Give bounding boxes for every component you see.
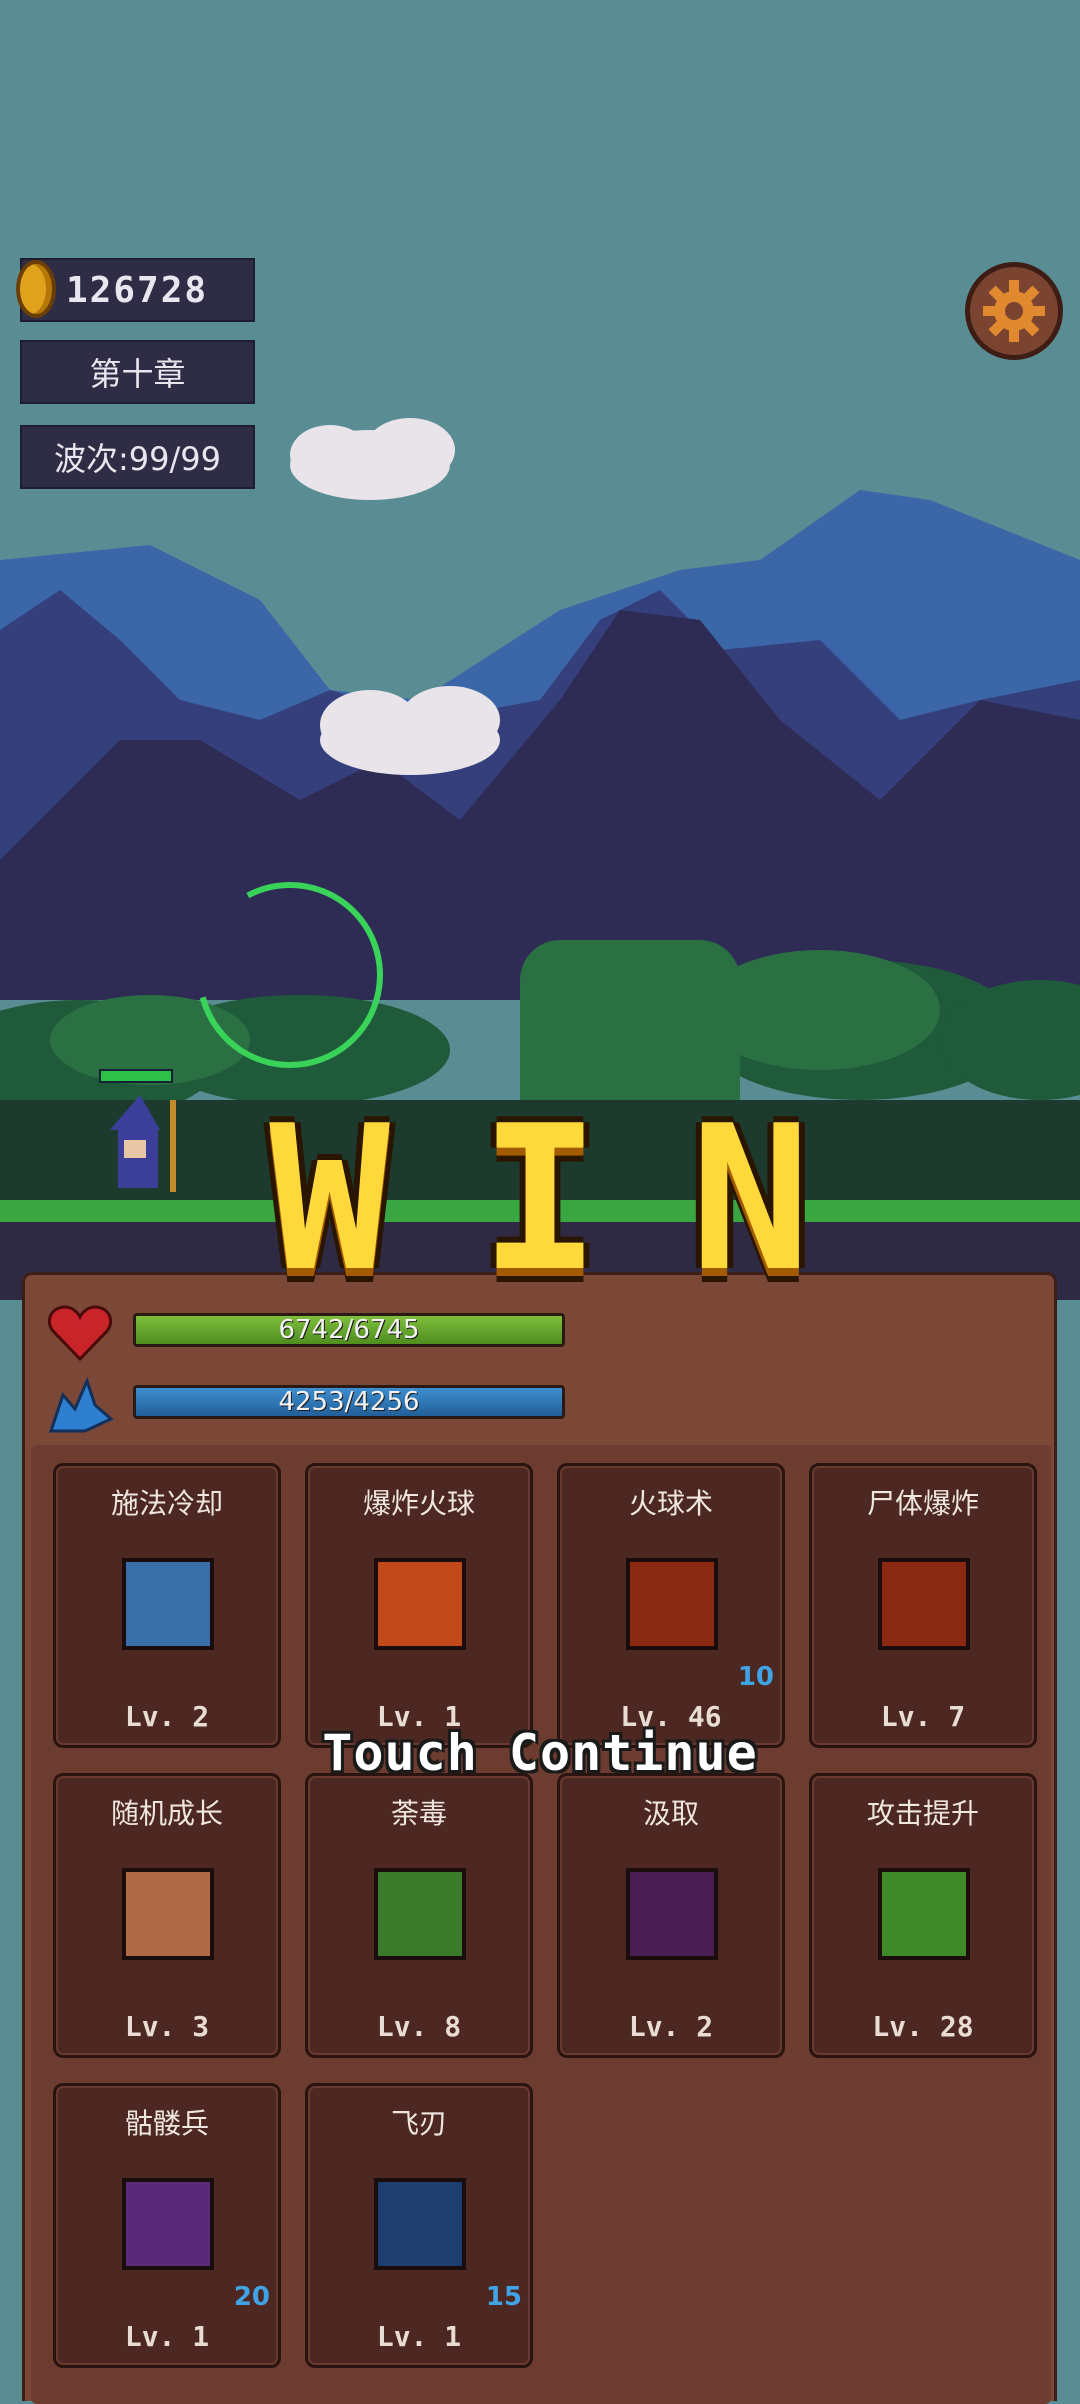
skill-card: 随机成长 Lv. 3 (53, 1773, 281, 2058)
skill-count: 10 (737, 1662, 774, 1692)
skill-card: 爆炸火球 Lv. 1 (305, 1463, 533, 1748)
skill-card: 骷髅兵 20 Lv. 1 (53, 2083, 281, 2368)
settings-button[interactable] (965, 262, 1063, 360)
lightning-icon (122, 1558, 214, 1650)
skill-card: 施法冷却 Lv. 2 (53, 1463, 281, 1748)
skill-card: 火球术 10 Lv. 46 (557, 1463, 785, 1748)
skill-level: Lv. 8 (376, 2010, 462, 2043)
mana-bar: 4253/4256 (133, 1385, 565, 1419)
win-letter: N (690, 1083, 811, 1316)
win-letter: I (479, 1083, 601, 1316)
cloud (290, 418, 455, 500)
corpse-explosion-icon (878, 1558, 970, 1650)
fire-explosion-icon (374, 1558, 466, 1650)
coin-amount: 126728 (66, 269, 209, 311)
skill-name: 攻击提升 (866, 1797, 979, 1830)
chapter-label: 第十章 (20, 340, 255, 404)
mana-icon (48, 1376, 114, 1433)
skills-grid: 施法冷却 Lv. 2 爆炸火球 Lv. 1 火球术 10 Lv. 46 尸体爆炸 Lv. 7 随机… (31, 1445, 1051, 2404)
skill-card: 汲取 Lv. 2 (557, 1773, 785, 2058)
touch-continue-prompt[interactable]: Touch Continue (0, 1724, 1080, 1782)
skill-level: Lv. 28 (872, 2010, 974, 2043)
skeleton-hand-icon (122, 2178, 214, 2270)
skill-name: 火球术 (628, 1487, 713, 1520)
wave-counter: 波次:99/99 (20, 425, 255, 489)
win-letter: W (269, 1083, 390, 1316)
skill-count: 15 (485, 2282, 522, 2312)
fireball-icon (626, 1558, 718, 1650)
skill-name: 飞刃 (390, 2107, 447, 2140)
skill-card: 尸体爆炸 Lv. 7 (809, 1463, 1037, 1748)
skill-name: 随机成长 (110, 1797, 223, 1830)
skill-card: 飞刃 15 Lv. 1 (305, 2083, 533, 2368)
skill-name: 汲取 (642, 1797, 699, 1830)
skill-name: 骷髅兵 (124, 2107, 209, 2140)
skill-name: 爆炸火球 (362, 1487, 475, 1520)
flying-blade-icon (374, 2178, 466, 2270)
gear-icon (983, 280, 1045, 342)
stats-panel: 6742/6745 4253/4256 施法冷却 Lv. 2 爆炸火球 Lv. 1 火球… (22, 1272, 1057, 2404)
skill-count: 20 (233, 2282, 270, 2312)
skill-level: Lv. 1 (124, 2320, 210, 2353)
health-bar: 6742/6745 (133, 1313, 565, 1347)
skill-level: Lv. 1 (376, 2320, 462, 2353)
skill-name: 施法冷却 (110, 1487, 223, 1520)
fist-icon (122, 1868, 214, 1960)
skill-card: 攻击提升 Lv. 28 (809, 1773, 1037, 2058)
coin-icon (16, 260, 56, 318)
coin-counter: 126728 (16, 258, 255, 322)
win-banner: W I N (0, 1083, 1080, 1316)
skill-name: 荼毒 (390, 1797, 447, 1830)
heart-icon (48, 1305, 112, 1362)
poison-icon (374, 1868, 466, 1960)
skill-level: Lv. 2 (628, 2010, 714, 2043)
arrow-up-icon (878, 1868, 970, 1960)
skill-card: 荼毒 Lv. 8 (305, 1773, 533, 2058)
skill-level: Lv. 3 (124, 2010, 210, 2043)
skill-name: 尸体爆炸 (866, 1487, 979, 1520)
drain-spiral-icon (626, 1868, 718, 1960)
